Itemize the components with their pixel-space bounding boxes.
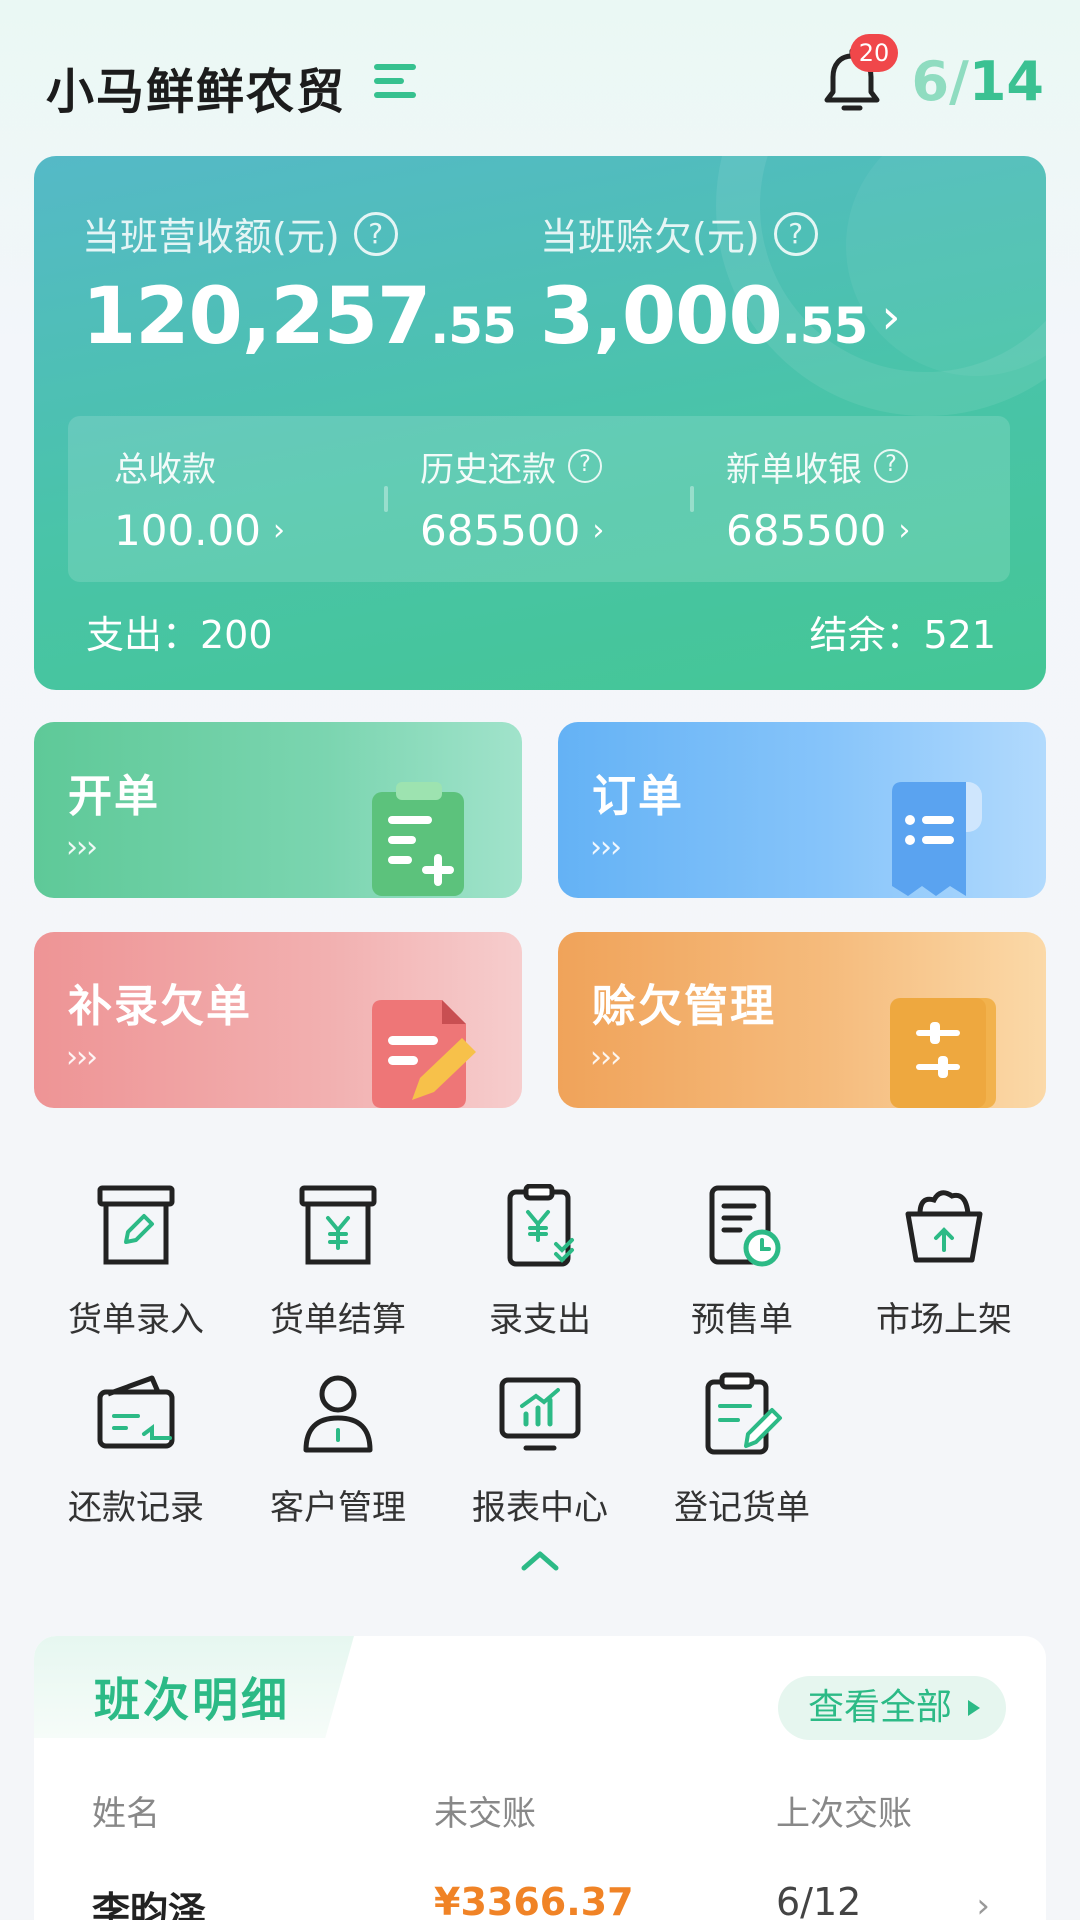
grid-item-record-expense[interactable]: 录支出 (440, 1184, 640, 1344)
chevron-right-icon: › (881, 289, 900, 345)
credit-management-tile[interactable]: 赊欠管理 ››› (558, 932, 1046, 1108)
total-collected: 总收款 100.00 › (114, 449, 285, 556)
app-title: 小马鲜鲜农贸 (46, 64, 347, 120)
date-day: 14 (968, 50, 1044, 113)
chevron-right-icon: › (976, 1886, 990, 1920)
date-display: 6/14 (912, 50, 1044, 113)
column-header-last-settled: 上次交账 (776, 1794, 912, 1834)
grid-item-goods-settlement[interactable]: 货单结算 (238, 1184, 438, 1344)
doc-clock-icon (709, 1185, 781, 1267)
expense-text: 支出：200 (86, 613, 273, 657)
shift-title: 班次明细 (94, 1673, 290, 1727)
history-repayment-value[interactable]: 685500 › (420, 506, 604, 555)
new-order-cashier-value[interactable]: 685500 › (726, 506, 910, 555)
clipboard-yen-icon (507, 1184, 574, 1267)
shift-summary-card: 当班营收额(元) ? 120,257.55 当班赊欠(元) ? 3,000.55… (34, 156, 1046, 690)
receipt-icon (892, 782, 982, 896)
note-pen-icon (372, 1000, 476, 1108)
grid-item-customer-management[interactable]: 客户管理 (238, 1372, 438, 1532)
balance-text: 结余：521 (809, 613, 996, 657)
view-all-button[interactable]: 查看全部 (777, 1676, 1006, 1740)
grid-item-presale-order[interactable]: 预售单 (642, 1184, 842, 1344)
help-icon[interactable]: ? (874, 449, 908, 483)
total-collected-value[interactable]: 100.00 › (114, 506, 285, 555)
grid-item-register-goods[interactable]: 登记货单 (642, 1372, 842, 1532)
help-icon[interactable]: ? (353, 211, 398, 256)
date-month: 6/ (911, 50, 969, 113)
revenue-value: 120,257.55 (82, 272, 517, 362)
grid-item-report-center[interactable]: 报表中心 (440, 1372, 640, 1532)
grid-item-goods-entry[interactable]: 货单录入 (36, 1184, 236, 1344)
menu-icon[interactable] (374, 62, 418, 102)
shift-detail-card: 班次明细 查看全部 姓名 未交账 上次交账 李昀泽 ¥3366.37 6/12 … (34, 1636, 1046, 1920)
chevron-right-icon: › (272, 513, 285, 548)
help-icon[interactable]: ? (568, 449, 602, 483)
credit-value[interactable]: 3,000.55 › (540, 272, 901, 362)
play-arrow-icon (968, 1700, 980, 1716)
new-order-cashier: 新单收银? 685500 › (726, 449, 911, 555)
credit-label: 当班赊欠(元) ? (540, 206, 818, 261)
chevron-right-icon: › (592, 513, 605, 548)
help-icon[interactable]: ? (773, 211, 818, 256)
box-yen-icon (299, 1185, 377, 1265)
collapse-chevron-up-icon[interactable] (520, 1546, 560, 1576)
user-icon (303, 1375, 373, 1453)
revenue-label: 当班营收额(元) ? (82, 206, 398, 261)
clipboard-pen-icon (705, 1372, 782, 1455)
box-edit-icon (97, 1185, 175, 1265)
chevron-right-icon: › (898, 513, 911, 548)
header: 小马鲜鲜农贸 20 6/14 (0, 0, 1080, 160)
column-header-name: 姓名 (92, 1794, 160, 1834)
monitor-chart-icon (499, 1377, 581, 1451)
row-name: 李昀泽 (92, 1889, 207, 1920)
sliders-icon (890, 998, 996, 1108)
row-last-settled-date: 6/12 (776, 1880, 862, 1920)
basket-upload-icon (905, 1190, 983, 1263)
history-repayment: 历史还款? 685500 › (420, 449, 605, 555)
grid-item-market-listing[interactable]: 市场上架 (844, 1184, 1044, 1344)
collection-breakdown: 总收款 100.00 › 历史还款? 685500 › 新单收银? 685500 › (68, 416, 1010, 582)
notification-badge: 20 (850, 34, 898, 72)
row-unsettled-amount: ¥3366.37 (434, 1880, 634, 1920)
supplement-debt-tile[interactable]: 补录欠单 ››› (34, 932, 522, 1108)
open-order-tile[interactable]: 开单 ››› (34, 722, 522, 898)
column-header-unsettled: 未交账 (434, 1794, 536, 1834)
orders-tile[interactable]: 订单 ››› (558, 722, 1046, 898)
grid-item-repayment-records[interactable]: 还款记录 (36, 1372, 236, 1532)
wallet-icon (97, 1375, 175, 1449)
clipboard-plus-icon (372, 782, 464, 896)
